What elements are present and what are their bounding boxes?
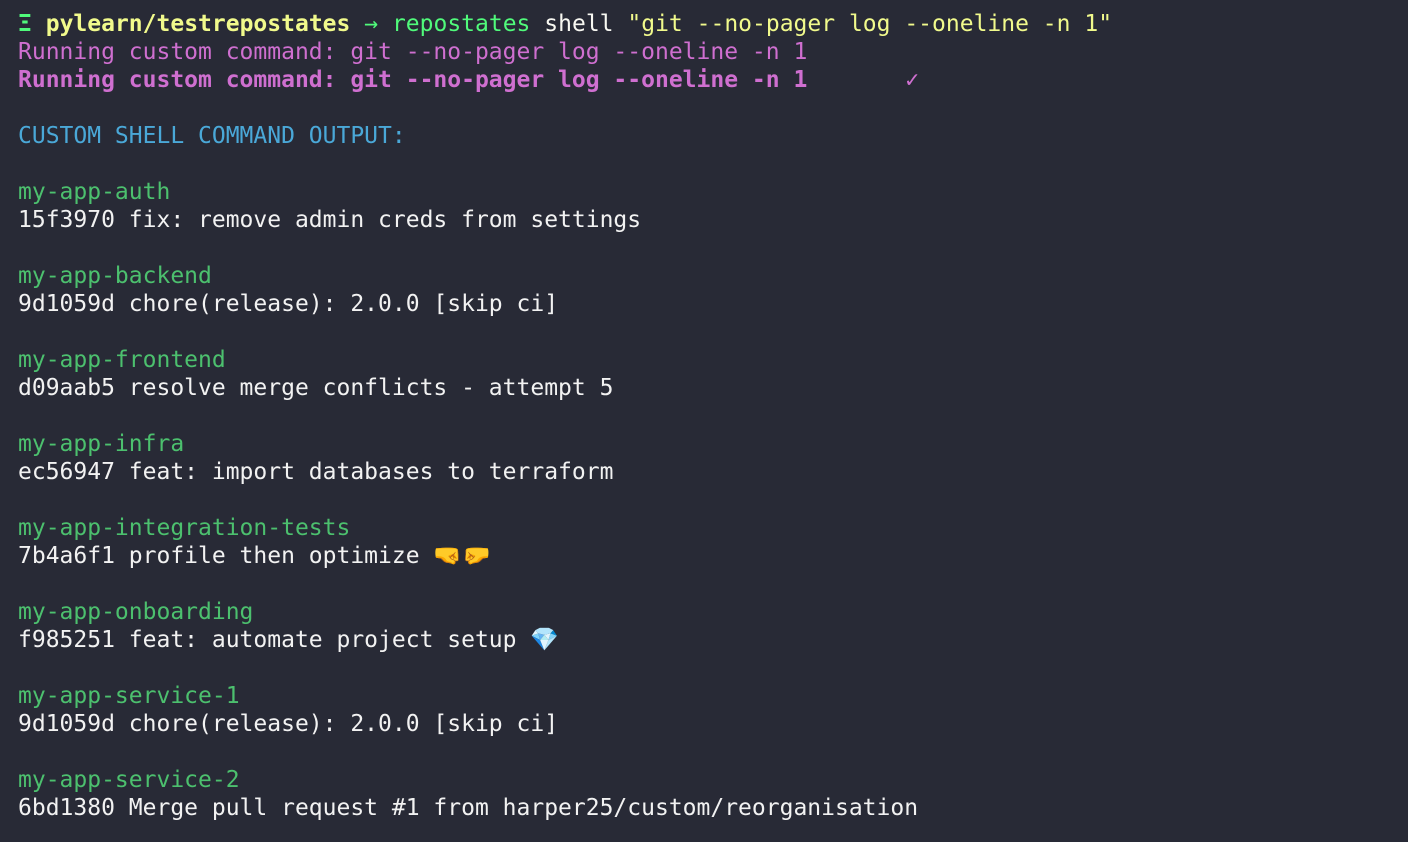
current-directory: pylearn/testrepostates <box>45 11 351 37</box>
repo-block: my-app-infra ec56947 feat: import databa… <box>18 430 1408 486</box>
repo-name: my-app-integration-tests <box>18 515 351 541</box>
commit-line: d09aab5 resolve merge conflicts - attemp… <box>18 375 614 401</box>
command-argument: "git --no-pager log --oneline -n 1" <box>627 11 1113 37</box>
git-branch: repostates <box>391 11 531 37</box>
repo-name: my-app-service-2 <box>18 767 240 793</box>
commit-line: 9d1059d chore(release): 2.0.0 [skip ci] <box>18 711 559 737</box>
output-header: CUSTOM SHELL COMMAND OUTPUT: <box>18 123 406 149</box>
arrow-icon: → <box>364 11 379 37</box>
repo-block: my-app-backend 9d1059d chore(release): 2… <box>18 262 1408 318</box>
repo-name: my-app-service-1 <box>18 683 240 709</box>
repo-name: my-app-frontend <box>18 347 226 373</box>
repo-block: my-app-auth 15f3970 fix: remove admin cr… <box>18 178 1408 234</box>
repo-name: my-app-backend <box>18 263 212 289</box>
repo-block: my-app-integration-tests 7b4a6f1 profile… <box>18 514 1408 570</box>
terminal-window[interactable]: Ξ pylearn/testrepostates → repostates sh… <box>0 0 1408 842</box>
commit-line: 9d1059d chore(release): 2.0.0 [skip ci] <box>18 291 559 317</box>
repo-name: my-app-onboarding <box>18 599 254 625</box>
repo-block: my-app-frontend d09aab5 resolve merge co… <box>18 346 1408 402</box>
repo-name: my-app-auth <box>18 179 171 205</box>
repo-name: my-app-infra <box>18 431 185 457</box>
running-status-line: Running custom command: git --no-pager l… <box>18 39 808 65</box>
prompt-symbol: Ξ <box>18 11 32 37</box>
repo-block: my-app-service-1 9d1059d chore(release):… <box>18 682 1408 738</box>
repo-block: my-app-onboarding f985251 feat: automate… <box>18 598 1408 654</box>
check-icon: ✓ <box>905 67 920 93</box>
repo-block: my-app-service-2 6bd1380 Merge pull requ… <box>18 766 1408 822</box>
running-complete-line: Running custom command: git --no-pager l… <box>18 66 1408 94</box>
command-name: shell <box>544 11 614 37</box>
prompt-line: Ξ pylearn/testrepostates → repostates sh… <box>18 10 1408 38</box>
commit-line: 15f3970 fix: remove admin creds from set… <box>18 207 642 233</box>
commit-line: ec56947 feat: import databases to terraf… <box>18 459 614 485</box>
commit-line: f985251 feat: automate project setup 💎 <box>18 627 559 653</box>
commit-line: 6bd1380 Merge pull request #1 from harpe… <box>18 795 919 821</box>
commit-line: 7b4a6f1 profile then optimize 🤜🤛 <box>18 543 491 569</box>
running-complete-text: Running custom command: git --no-pager l… <box>18 67 808 93</box>
